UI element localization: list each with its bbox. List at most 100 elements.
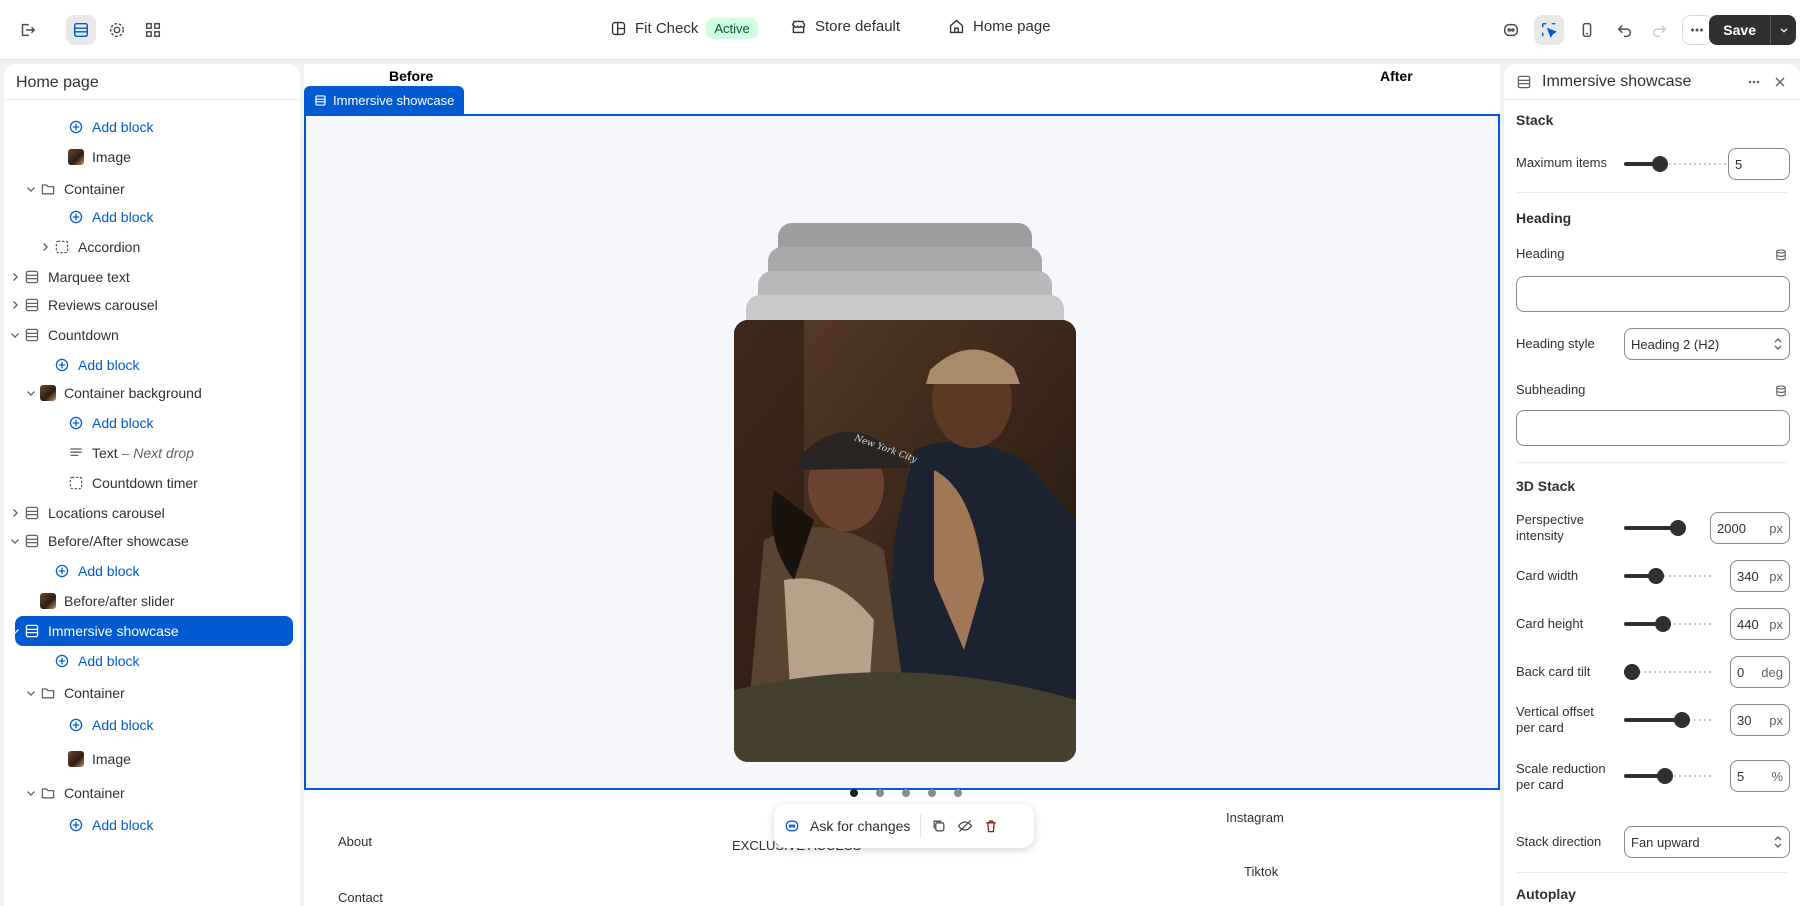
chevron-down-icon[interactable]: [8, 328, 22, 342]
hide-icon[interactable]: [957, 818, 973, 834]
tree-item[interactable]: Container background: [4, 378, 300, 408]
slide-dot[interactable]: [850, 789, 858, 797]
card-height-slider[interactable]: [1624, 614, 1714, 634]
add-block-button[interactable]: Add block: [4, 646, 300, 676]
back-tilt-input[interactable]: 0 deg: [1730, 656, 1790, 688]
scale-reduction-input[interactable]: 5%: [1730, 760, 1790, 792]
chevron-down-icon[interactable]: [24, 786, 38, 800]
add-block-button[interactable]: Add block: [4, 112, 300, 142]
chevron-down-icon[interactable]: [24, 686, 38, 700]
footer-link-instagram[interactable]: Instagram: [1226, 810, 1284, 825]
tree-item[interactable]: Image: [4, 142, 300, 172]
select-arrows-icon: [1774, 836, 1782, 848]
tree-item[interactable]: Accordion: [4, 232, 300, 262]
perspective-slider[interactable]: [1624, 518, 1686, 538]
card-width-input[interactable]: 340 px: [1730, 560, 1790, 592]
theme-selector[interactable]: Fit Check Active: [610, 18, 758, 39]
database-icon[interactable]: [1774, 384, 1788, 398]
ai-icon[interactable]: [1496, 15, 1526, 45]
max-items-input[interactable]: 5: [1728, 148, 1790, 180]
section-tag[interactable]: Immersive showcase: [304, 86, 465, 114]
scale-reduction-slider[interactable]: [1624, 766, 1714, 786]
footer-link-about[interactable]: About: [338, 834, 372, 849]
tree-item-label: Add block: [92, 209, 154, 225]
footer-link-contact[interactable]: Contact: [338, 890, 383, 905]
showcase-photo[interactable]: New York City: [734, 320, 1076, 762]
slider-handle[interactable]: [1657, 768, 1674, 784]
footer-link-tiktok[interactable]: Tiktok: [1244, 864, 1278, 879]
stack-direction-select[interactable]: Fan upward: [1624, 826, 1790, 858]
slider-handle[interactable]: [1647, 568, 1664, 584]
tree-item[interactable]: Container: [4, 678, 300, 708]
tree-item[interactable]: Image: [4, 744, 300, 774]
exit-icon[interactable]: [12, 15, 42, 45]
plus-circle-icon: [54, 357, 70, 373]
vertical-offset-input[interactable]: 30 px: [1730, 704, 1790, 736]
store-selector[interactable]: Store default: [790, 18, 900, 35]
slide-dot[interactable]: [928, 789, 936, 797]
mobile-icon[interactable]: [1572, 15, 1602, 45]
save-options-button[interactable]: [1770, 15, 1796, 45]
immersive-showcase-section[interactable]: New York City: [304, 114, 1500, 797]
heading-input[interactable]: [1516, 276, 1790, 312]
slider-handle[interactable]: [1652, 156, 1669, 172]
tree-item[interactable]: Immersive showcase: [11, 616, 293, 646]
tree-item[interactable]: Container: [4, 174, 300, 204]
sections-icon[interactable]: [66, 15, 96, 45]
perspective-input[interactable]: 2000 px: [1710, 512, 1790, 544]
tree-item[interactable]: Countdown timer: [4, 468, 300, 498]
slider-handle[interactable]: [1670, 520, 1686, 536]
tree-item[interactable]: Countdown: [4, 320, 300, 350]
slide-dot[interactable]: [902, 789, 910, 797]
more-icon[interactable]: [1746, 74, 1762, 90]
chevron-down-icon[interactable]: [24, 182, 38, 196]
vertical-offset-slider[interactable]: [1624, 710, 1714, 730]
slider-handle[interactable]: [1655, 616, 1672, 632]
tree-item[interactable]: Marquee text: [4, 262, 300, 292]
add-block-button[interactable]: Add block: [4, 408, 300, 438]
tree-item[interactable]: Locations carousel: [4, 498, 300, 528]
slider-handle[interactable]: [1674, 712, 1691, 728]
add-block-button[interactable]: Add block: [4, 556, 300, 586]
duplicate-icon[interactable]: [931, 818, 947, 834]
slide-dot[interactable]: [876, 789, 884, 797]
inspector-icon[interactable]: [1534, 15, 1564, 45]
undo-icon[interactable]: [1610, 15, 1640, 45]
slide-dot[interactable]: [954, 789, 962, 797]
chevron-down-icon[interactable]: [8, 534, 22, 548]
chevron-right-icon[interactable]: [8, 270, 22, 284]
card-width-slider[interactable]: [1624, 566, 1714, 586]
close-icon[interactable]: [1772, 74, 1788, 90]
slider-handle[interactable]: [1624, 664, 1640, 680]
add-block-button[interactable]: Add block: [4, 202, 300, 232]
tree-item[interactable]: Before/After showcase: [4, 526, 300, 556]
chevron-down-icon[interactable]: [8, 624, 22, 638]
back-tilt-slider[interactable]: [1624, 662, 1714, 682]
trash-icon[interactable]: [983, 818, 999, 834]
ask-for-changes-button[interactable]: Ask for changes: [810, 818, 910, 834]
chevron-down-icon[interactable]: [24, 386, 38, 400]
save-button[interactable]: Save: [1709, 15, 1770, 45]
apps-icon[interactable]: [138, 15, 168, 45]
max-items-slider[interactable]: [1624, 154, 1726, 174]
tree-item[interactable]: Reviews carousel: [4, 290, 300, 320]
database-icon[interactable]: [1774, 248, 1788, 262]
autoplay-heading: Autoplay: [1516, 886, 1576, 902]
tree-item[interactable]: Container: [4, 778, 300, 808]
add-block-button[interactable]: Add block: [4, 350, 300, 380]
gear-icon[interactable]: [102, 15, 132, 45]
card-width-value: 340: [1737, 568, 1759, 584]
chevron-right-icon[interactable]: [38, 240, 52, 254]
chevron-right-icon[interactable]: [8, 298, 22, 312]
subheading-input[interactable]: [1516, 410, 1790, 446]
add-block-button[interactable]: Add block: [4, 810, 300, 840]
add-block-button[interactable]: Add block: [4, 710, 300, 740]
page-selector[interactable]: Home page: [948, 18, 1051, 35]
more-icon[interactable]: [1682, 15, 1712, 45]
chevron-right-icon[interactable]: [8, 506, 22, 520]
redo-icon[interactable]: [1644, 15, 1674, 45]
heading-style-select[interactable]: Heading 2 (H2): [1624, 328, 1790, 360]
card-height-input[interactable]: 440 px: [1730, 608, 1790, 640]
tree-item[interactable]: Before/after slider: [4, 586, 300, 616]
tree-item[interactable]: Text – Next drop: [4, 438, 300, 468]
